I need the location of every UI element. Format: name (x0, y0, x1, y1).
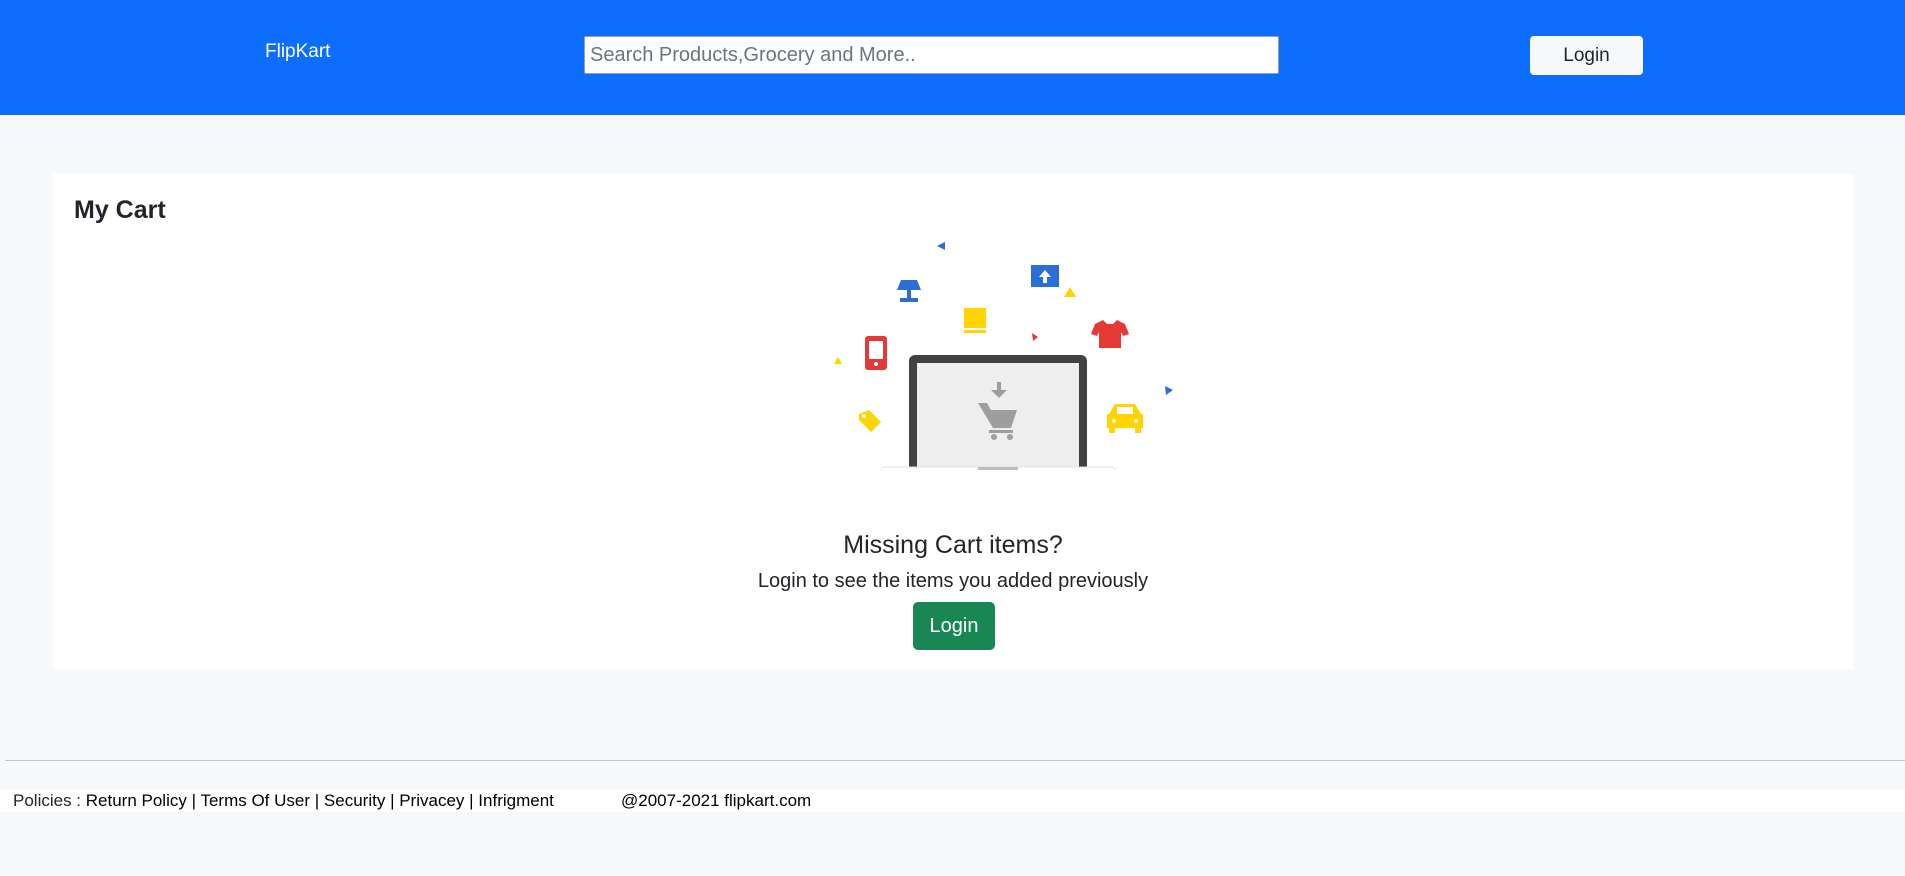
phone-icon (865, 336, 887, 370)
footer-policies: Policies : Return Policy | Terms Of User… (13, 791, 554, 811)
header-login-button[interactable]: Login (1530, 36, 1643, 75)
separator: | (469, 791, 474, 810)
tshirt-icon (1091, 320, 1129, 348)
copyright-text: @2007-2021 flipkart.com (621, 791, 812, 810)
separator: | (314, 791, 320, 810)
tag-icon (859, 410, 881, 432)
footer-divider (5, 760, 1905, 761)
triangle-shape (834, 357, 842, 364)
cart-login-button[interactable]: Login (913, 602, 995, 650)
car-icon (1107, 404, 1143, 433)
page-title: My Cart (74, 196, 166, 224)
lamp-icon (897, 280, 921, 302)
brand-logo-link[interactable]: FlipKart (265, 40, 330, 64)
triangle-shape (1032, 333, 1038, 341)
triangle-shape (937, 242, 945, 250)
top-navbar: FlipKart Login (0, 0, 1905, 115)
missing-cart-heading: Missing Cart items? (843, 531, 1063, 559)
separator: | (191, 791, 197, 810)
book-icon (964, 308, 986, 333)
search-input[interactable] (584, 36, 1279, 74)
infringement-link[interactable]: Infrigment (478, 791, 554, 810)
policies-label: Policies : (13, 791, 82, 810)
separator: | (390, 791, 395, 810)
cart-card: My Cart Missing Cart items? Login to see… (53, 174, 1853, 670)
empty-cart-illustration (834, 242, 1173, 470)
triangle-shape (1064, 287, 1076, 297)
missing-cart-subtitle: Login to see the items you added previou… (757, 570, 1149, 592)
return-policy-link[interactable]: Return Policy (86, 791, 187, 810)
privacy-link[interactable]: Privacey (399, 791, 464, 810)
monitor-icon (1031, 265, 1059, 287)
security-link[interactable]: Security (324, 791, 385, 810)
terms-of-user-link[interactable]: Terms Of User (200, 791, 310, 810)
triangle-shape (1165, 386, 1173, 395)
